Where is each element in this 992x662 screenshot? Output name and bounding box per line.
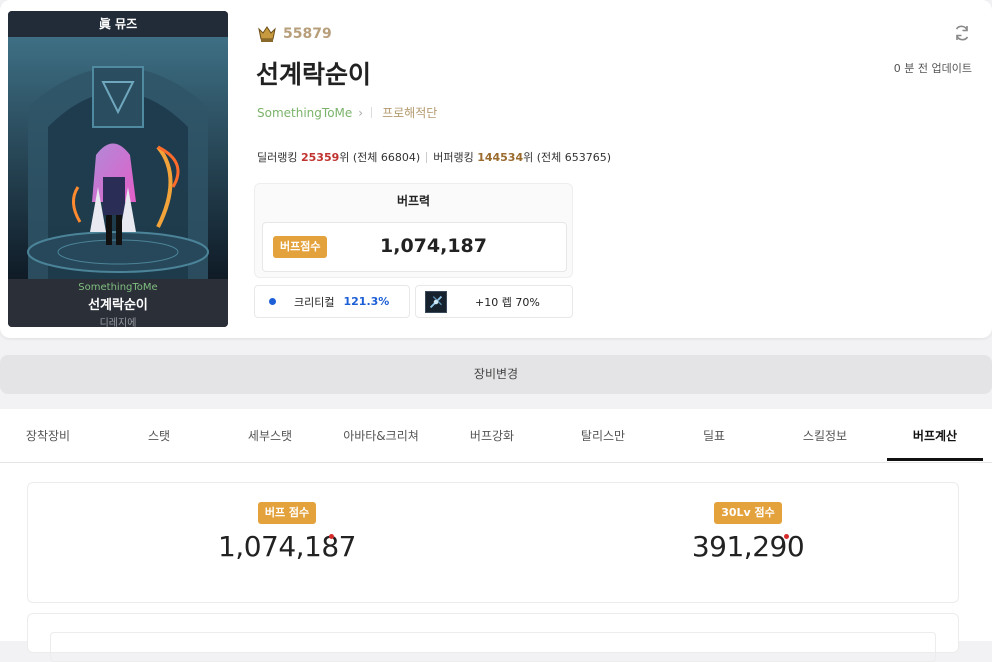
character-server: 디레지에 bbox=[99, 318, 137, 327]
red-dot-icon bbox=[329, 534, 334, 539]
buff-score-badge: 버프점수 bbox=[273, 236, 328, 258]
chevron-right-icon: › bbox=[358, 105, 364, 120]
adventure-name[interactable]: 프로해적단 bbox=[382, 104, 437, 121]
lv30-score-number: 391,290 bbox=[691, 530, 805, 563]
tab-damage-table[interactable]: 딜표 bbox=[666, 409, 762, 463]
guild-link[interactable]: SomethingToMe bbox=[257, 106, 352, 120]
buffer-rank-suffix: 위 (전체 653765) bbox=[523, 151, 612, 164]
character-guild: SomethingToMe bbox=[78, 282, 158, 293]
guild-row: SomethingToMe › 프로해적단 bbox=[257, 104, 437, 121]
character-panel: 眞 뮤즈 SomethingToMe 선계락순이 디레지에 bbox=[8, 11, 228, 327]
character-name: 선계락순이 bbox=[88, 298, 148, 313]
fame-row: 55879 bbox=[257, 25, 332, 43]
dealer-rank-value: 25359 bbox=[300, 150, 340, 164]
lower-card bbox=[27, 613, 959, 662]
update-time: 0 분 전 업데이트 bbox=[893, 62, 972, 75]
score-card: 버프 점수 1,074,187 30Lv 점수 391,290 bbox=[27, 482, 959, 603]
weapon-stat: +10 렙 70% bbox=[415, 285, 573, 318]
page-title: 선계락순이 bbox=[256, 60, 372, 89]
tab-buff-enhance[interactable]: 버프강화 bbox=[444, 409, 540, 463]
profile-card: 眞 뮤즈 SomethingToMe 선계락순이 디레지에 55879 선계락순… bbox=[0, 0, 992, 338]
buff-score-panel: 버프점수 1,074,187 bbox=[262, 222, 567, 272]
critical-dot-icon bbox=[269, 298, 276, 305]
lv30-score-badge: 30Lv 점수 bbox=[714, 502, 782, 524]
tab-buff-calc[interactable]: 버프계산 bbox=[887, 409, 983, 463]
divider bbox=[371, 107, 373, 118]
lower-inner-panel bbox=[50, 632, 936, 662]
ranking-row: 딜러랭킹 25359 위 (전체 66804) 버퍼랭킹 144534 위 (전체 … bbox=[257, 149, 611, 165]
critical-stat: 크리티컬 121.3% bbox=[254, 285, 410, 318]
fame-value: 55879 bbox=[283, 26, 332, 42]
buff-power-box: 버프력 버프점수 1,074,187 bbox=[254, 183, 573, 278]
red-dot-icon bbox=[784, 534, 789, 539]
detail-panel: 장착장비 스탯 세부스탯 아바타&크리쳐 버프강화 탈리스만 딜표 스킬정보 버… bbox=[0, 409, 992, 662]
equip-change-button[interactable]: 장비변경 bbox=[0, 355, 992, 394]
buff-score-value: 1,074,187 bbox=[380, 235, 487, 257]
tab-bar: 장착장비 스탯 세부스탯 아바타&크리쳐 버프강화 탈리스만 딜표 스킬정보 버… bbox=[0, 409, 992, 463]
dealer-rank-label: 딜러랭킹 bbox=[257, 151, 298, 164]
tab-skill-info[interactable]: 스킬정보 bbox=[777, 409, 873, 463]
buffer-rank-label: 버퍼랭킹 bbox=[433, 151, 474, 164]
class-label: 眞 뮤즈 bbox=[8, 11, 228, 37]
buff-score-block: 버프 점수 1,074,187 bbox=[187, 501, 387, 563]
tab-avatar-creature[interactable]: 아바타&크리쳐 bbox=[333, 409, 429, 463]
critical-value: 121.3% bbox=[343, 295, 390, 308]
active-tab-indicator bbox=[887, 458, 983, 461]
tab-stats[interactable]: 스탯 bbox=[111, 409, 207, 463]
character-illustration bbox=[8, 37, 228, 279]
divider bbox=[426, 151, 428, 163]
buffer-rank-value: 144534 bbox=[477, 150, 524, 164]
critical-label: 크리티컬 bbox=[294, 295, 335, 309]
tab-equipment[interactable]: 장착장비 bbox=[0, 409, 96, 463]
buff-score-badge: 버프 점수 bbox=[257, 502, 317, 524]
fame-icon bbox=[258, 26, 276, 42]
buff-score-number: 1,074,187 bbox=[217, 530, 357, 563]
refresh-icon[interactable] bbox=[952, 23, 972, 43]
tab-detail-stats[interactable]: 세부스탯 bbox=[222, 409, 318, 463]
dealer-rank-suffix: 위 (전체 66804) bbox=[339, 151, 421, 164]
weapon-label: +10 렙 70% bbox=[475, 295, 540, 309]
buff-power-title: 버프력 bbox=[396, 194, 431, 208]
weapon-icon bbox=[425, 290, 447, 313]
character-info: SomethingToMe 선계락순이 디레지에 bbox=[8, 279, 228, 327]
lv30-score-block: 30Lv 점수 391,290 bbox=[648, 501, 848, 563]
tab-talisman[interactable]: 탈리스만 bbox=[555, 409, 651, 463]
